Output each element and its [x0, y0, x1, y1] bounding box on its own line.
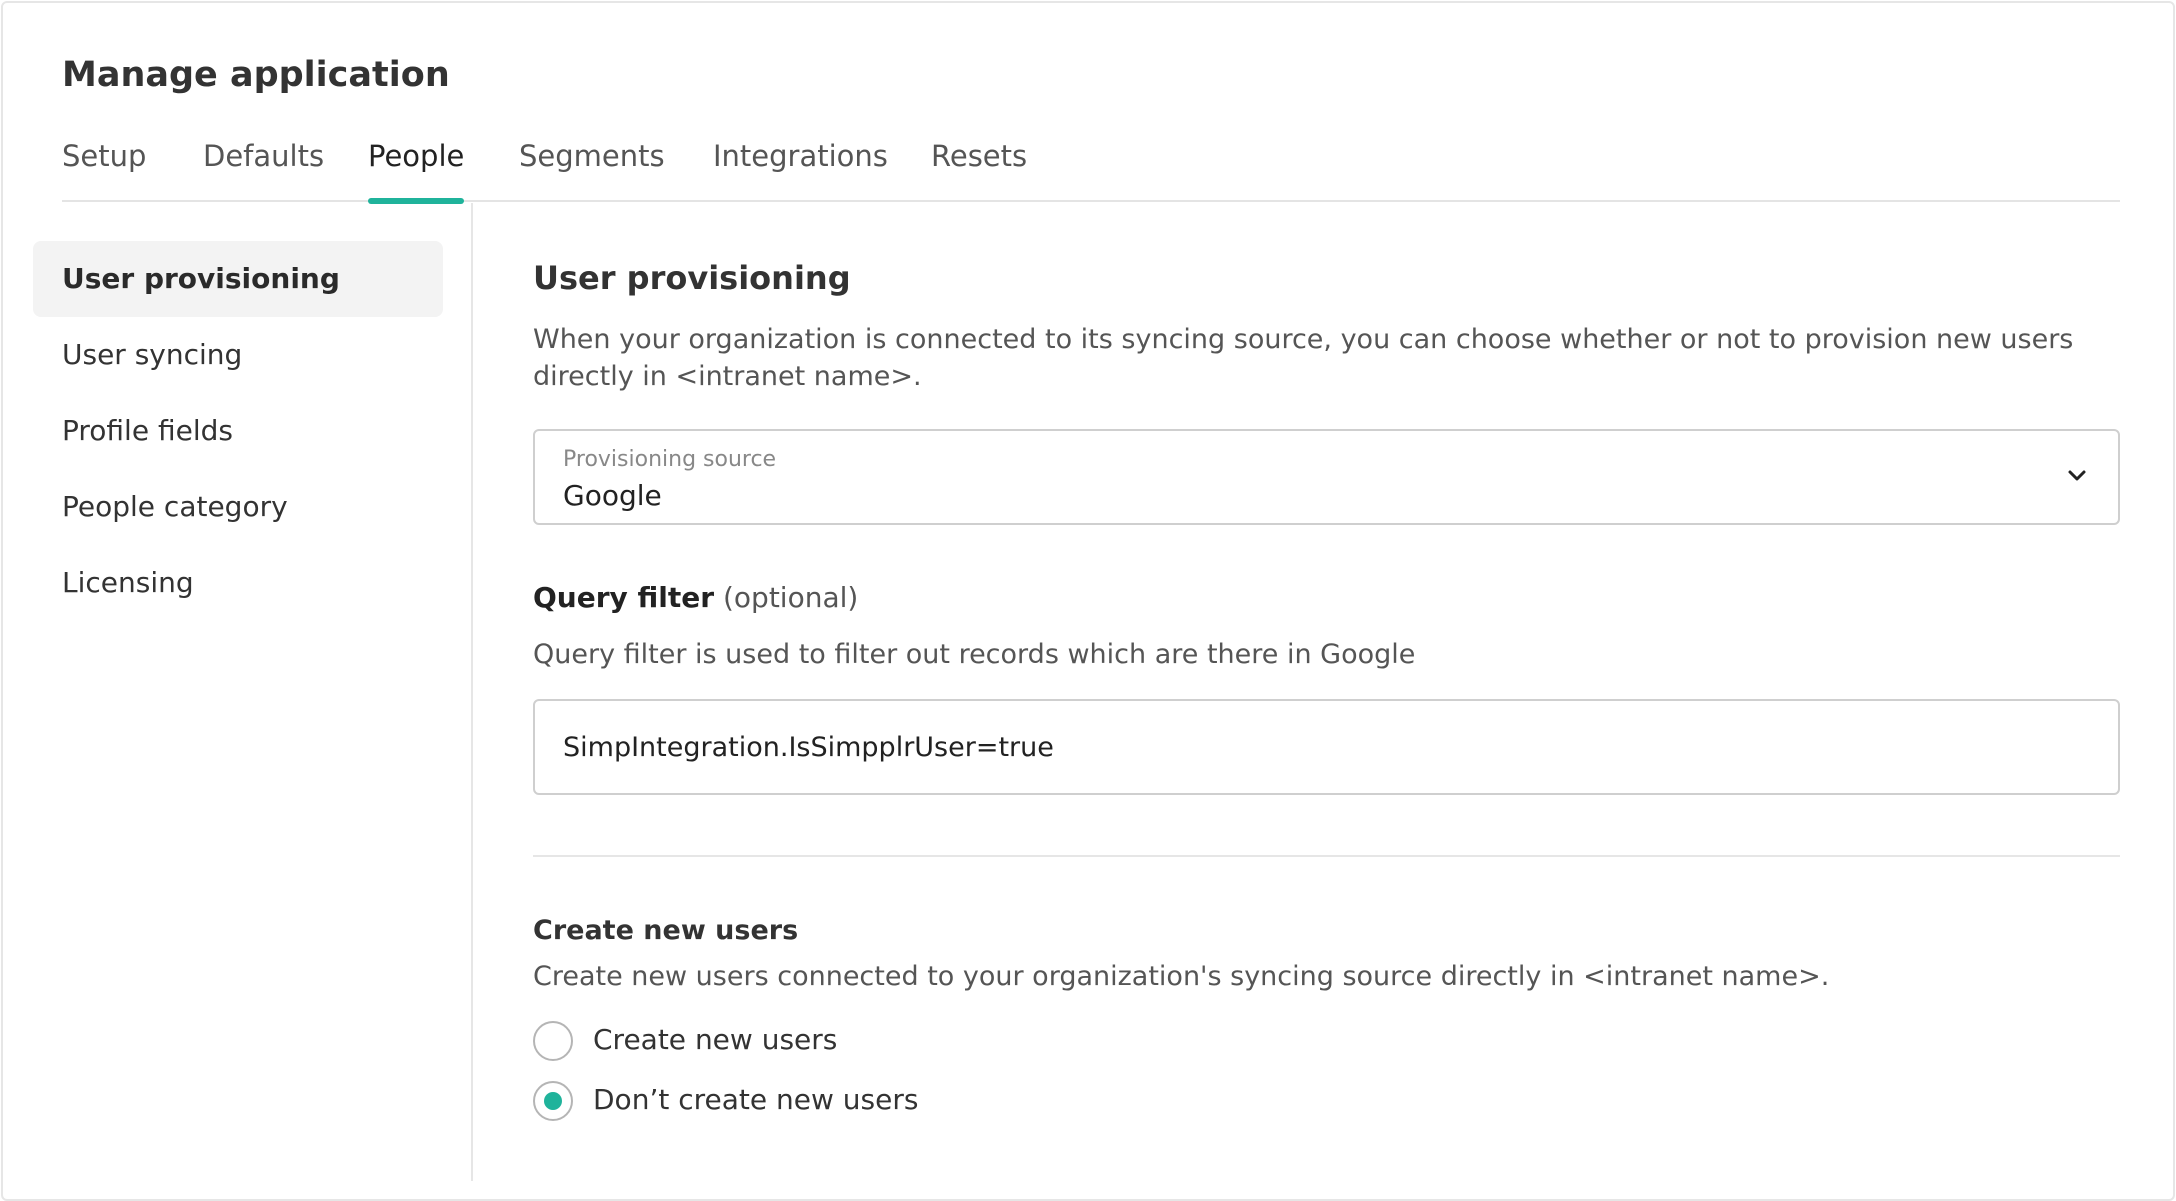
tab-segments[interactable]: Segments: [519, 139, 665, 202]
query-filter-input[interactable]: [533, 699, 2120, 795]
sidebar-item-profile-fields[interactable]: Profile fields: [33, 393, 443, 469]
section-divider: [533, 855, 2120, 857]
radio-button[interactable]: [533, 1021, 573, 1061]
query-filter-heading: Query filter (optional): [533, 581, 858, 614]
tab-setup[interactable]: Setup: [62, 139, 146, 202]
provisioning-source-value: Google: [563, 479, 662, 512]
create-new-users-description: Create new users connected to your organ…: [533, 961, 1830, 992]
tab-defaults[interactable]: Defaults: [203, 139, 324, 202]
sidebar-divider: [471, 203, 473, 1181]
tab-bar: Setup Defaults People Segments Integrati…: [62, 139, 2120, 204]
sidebar-item-people-category[interactable]: People category: [33, 469, 443, 545]
tab-integrations[interactable]: Integrations: [713, 139, 888, 202]
query-filter-label: Query filter: [533, 581, 715, 614]
chevron-down-icon: [2068, 470, 2086, 481]
sidebar-item-user-provisioning[interactable]: User provisioning: [33, 241, 443, 317]
provisioning-source-label: Provisioning source: [563, 447, 777, 472]
tab-resets[interactable]: Resets: [931, 139, 1027, 202]
radio-label: Create new users: [593, 1023, 838, 1056]
provisioning-source-select[interactable]: Provisioning source Google: [533, 429, 2120, 525]
page-title: Manage application: [62, 55, 450, 95]
create-new-users-title: Create new users: [533, 915, 799, 946]
section-title: User provisioning: [533, 259, 851, 297]
query-filter-description: Query filter is used to filter out recor…: [533, 639, 1416, 670]
sidebar-item-user-syncing[interactable]: User syncing: [33, 317, 443, 393]
app-frame: Manage application Setup Defaults People…: [1, 1, 2175, 1201]
section-description: When your organization is connected to i…: [533, 324, 2074, 392]
radio-label: Don’t create new users: [593, 1083, 919, 1116]
query-filter-optional: (optional): [722, 581, 859, 614]
radio-button-selected[interactable]: [533, 1081, 573, 1121]
sidebar-item-licensing[interactable]: Licensing: [33, 545, 443, 621]
tab-people[interactable]: People: [368, 139, 465, 204]
